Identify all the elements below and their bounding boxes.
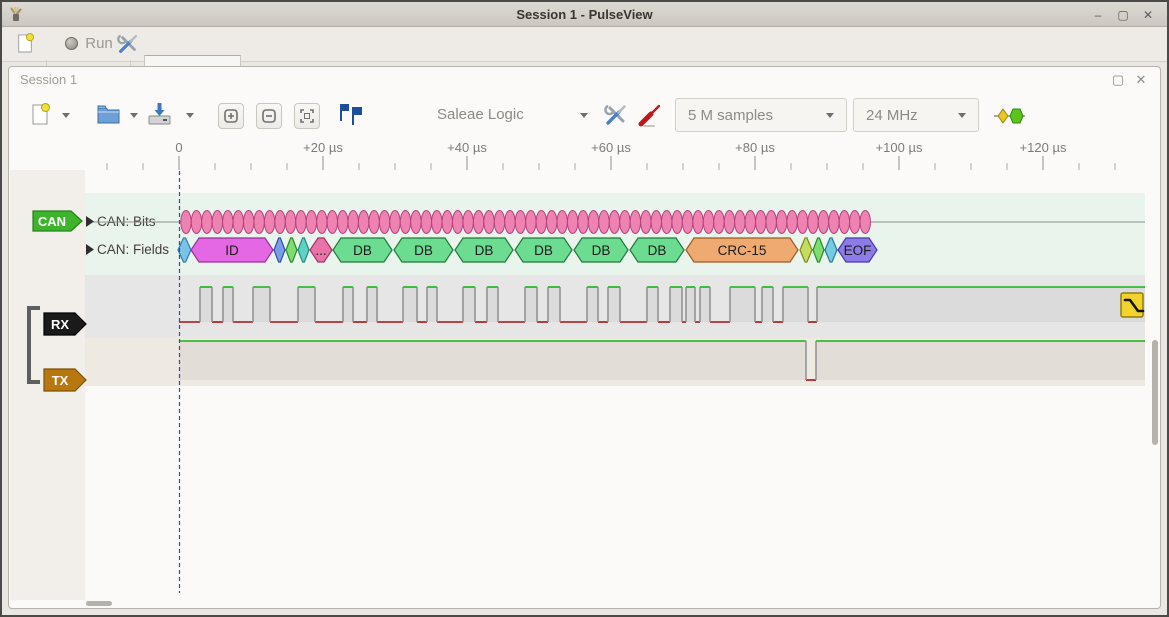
can-bit[interactable] bbox=[202, 211, 212, 234]
can-bit[interactable] bbox=[463, 211, 473, 234]
can-bit[interactable] bbox=[567, 211, 577, 234]
can-bit[interactable] bbox=[557, 211, 567, 234]
decoder-field[interactable] bbox=[825, 238, 837, 262]
can-bit[interactable] bbox=[641, 211, 651, 234]
can-bit[interactable] bbox=[181, 211, 191, 234]
ruler-ticks bbox=[107, 156, 1115, 170]
can-bit[interactable] bbox=[432, 211, 442, 234]
decoder-field-label: EOF bbox=[844, 243, 872, 258]
can-bit[interactable] bbox=[191, 211, 201, 234]
can-bit[interactable] bbox=[547, 211, 557, 234]
horizontal-scrollbar[interactable] bbox=[86, 601, 112, 606]
tx-channel-tag-label: TX bbox=[52, 373, 69, 388]
can-bit[interactable] bbox=[275, 211, 285, 234]
can-bit[interactable] bbox=[442, 211, 452, 234]
can-bit[interactable] bbox=[818, 211, 828, 234]
falling-edge-trigger-icon[interactable] bbox=[1121, 293, 1143, 317]
decoder-field-label: ... bbox=[315, 243, 326, 258]
can-bit[interactable] bbox=[745, 211, 755, 234]
can-bit[interactable] bbox=[494, 211, 504, 234]
decoder-field-label: CRC-15 bbox=[718, 243, 767, 258]
can-bit[interactable] bbox=[233, 211, 243, 234]
channel-group-bracket[interactable] bbox=[29, 308, 40, 382]
can-bit[interactable] bbox=[756, 211, 766, 234]
can-bit[interactable] bbox=[212, 211, 222, 234]
can-bit[interactable] bbox=[296, 211, 306, 234]
can-bit[interactable] bbox=[682, 211, 692, 234]
can-bit[interactable] bbox=[703, 211, 713, 234]
can-bit[interactable] bbox=[651, 211, 661, 234]
tx-waveform[interactable] bbox=[179, 341, 1145, 380]
can-bit[interactable] bbox=[526, 211, 536, 234]
can-bit[interactable] bbox=[473, 211, 483, 234]
decoder-field-label: DB bbox=[353, 243, 372, 258]
decoder-field-label: DB bbox=[534, 243, 553, 258]
decoder-field-label: DB bbox=[414, 243, 433, 258]
rx-waveform[interactable] bbox=[179, 287, 1145, 322]
can-bit[interactable] bbox=[338, 211, 348, 234]
can-bit[interactable] bbox=[850, 211, 860, 234]
can-bit[interactable] bbox=[536, 211, 546, 234]
can-bit[interactable] bbox=[358, 211, 368, 234]
can-bit[interactable] bbox=[264, 211, 274, 234]
can-bit[interactable] bbox=[714, 211, 724, 234]
can-bit[interactable] bbox=[609, 211, 619, 234]
decoder-field-label: DB bbox=[475, 243, 494, 258]
decoder-field[interactable] bbox=[274, 238, 285, 262]
can-bit[interactable] bbox=[306, 211, 316, 234]
can-bit[interactable] bbox=[620, 211, 630, 234]
decoder-field-label: DB bbox=[648, 243, 667, 258]
can-decoder-tag-label: CAN bbox=[38, 214, 66, 229]
can-bit[interactable] bbox=[693, 211, 703, 234]
decoder-field-label: ID bbox=[225, 243, 239, 258]
can-fields-annotations[interactable]: ID... DB DB DB DB DB DB CRC-15 EOF bbox=[178, 238, 877, 262]
can-bit[interactable] bbox=[505, 211, 515, 234]
rx-channel-tag-label: RX bbox=[51, 317, 69, 332]
decoder-field[interactable] bbox=[800, 238, 812, 262]
can-bit[interactable] bbox=[400, 211, 410, 234]
decoder-field[interactable] bbox=[286, 238, 297, 262]
can-bits-annotations[interactable] bbox=[181, 211, 871, 234]
can-bit[interactable] bbox=[348, 211, 358, 234]
decoder-field[interactable] bbox=[298, 238, 309, 262]
expander-icon[interactable] bbox=[86, 244, 94, 255]
can-bit[interactable] bbox=[484, 211, 494, 234]
can-bit[interactable] bbox=[411, 211, 421, 234]
can-bit[interactable] bbox=[860, 211, 870, 234]
pulseview-window: Session 1 - PulseView – ▢ ✕ Run bbox=[0, 0, 1169, 617]
can-bit[interactable] bbox=[672, 211, 682, 234]
decoder-field-label: DB bbox=[592, 243, 611, 258]
can-bit[interactable] bbox=[390, 211, 400, 234]
can-bit[interactable] bbox=[829, 211, 839, 234]
can-bit[interactable] bbox=[244, 211, 254, 234]
can-bit[interactable] bbox=[317, 211, 327, 234]
can-bit[interactable] bbox=[808, 211, 818, 234]
can-bit[interactable] bbox=[515, 211, 525, 234]
can-bit[interactable] bbox=[735, 211, 745, 234]
can-bit[interactable] bbox=[379, 211, 389, 234]
expander-icon[interactable] bbox=[86, 216, 94, 227]
can-bit[interactable] bbox=[599, 211, 609, 234]
can-bit[interactable] bbox=[776, 211, 786, 234]
vertical-scrollbar[interactable] bbox=[1152, 340, 1158, 445]
can-bit[interactable] bbox=[421, 211, 431, 234]
can-bit[interactable] bbox=[285, 211, 295, 234]
can-bit[interactable] bbox=[797, 211, 807, 234]
can-bit[interactable] bbox=[578, 211, 588, 234]
trace-canvas[interactable]: ID... DB DB DB DB DB DB CRC-15 EOF CAN RX TX bbox=[0, 0, 1169, 617]
can-bit[interactable] bbox=[453, 211, 463, 234]
can-bit[interactable] bbox=[662, 211, 672, 234]
can-bit[interactable] bbox=[630, 211, 640, 234]
can-bit[interactable] bbox=[588, 211, 598, 234]
can-bit[interactable] bbox=[724, 211, 734, 234]
can-bit[interactable] bbox=[766, 211, 776, 234]
can-bit[interactable] bbox=[787, 211, 797, 234]
can-bit[interactable] bbox=[369, 211, 379, 234]
decoder-field[interactable] bbox=[813, 238, 824, 262]
can-bit[interactable] bbox=[223, 211, 233, 234]
can-bit[interactable] bbox=[839, 211, 849, 234]
can-bit[interactable] bbox=[254, 211, 264, 234]
can-bit[interactable] bbox=[327, 211, 337, 234]
